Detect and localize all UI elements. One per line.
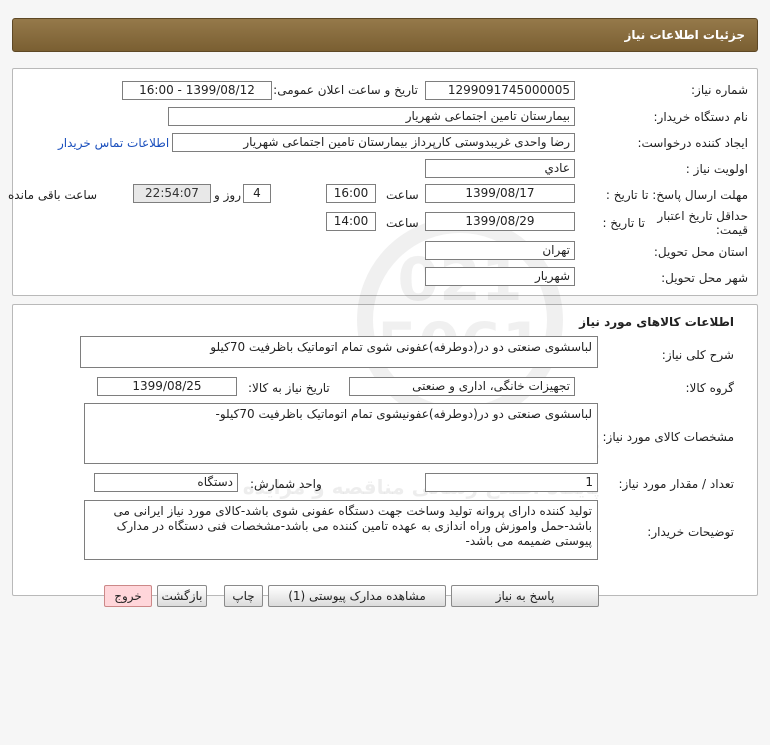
validity-time-label: ساعت [386,216,419,230]
spec-label: مشخصات کالای مورد نیاز: [602,430,734,444]
deadline-date-field: 1399/08/17 [425,184,575,203]
deadline-label: مهلت ارسال پاسخ: تا تاریخ : [605,188,748,202]
province-label: استان محل تحویل: [653,245,748,259]
need-info-panel [12,68,758,296]
deadline-time-field: 16:00 [326,184,376,203]
unit-field: دستگاه [94,473,238,492]
priority-label: اولویت نیاز : [685,162,748,176]
qty-field: 1 [425,473,598,492]
announce-label: تاریخ و ساعت اعلان عمومی: [273,83,418,97]
buyer-contact-link[interactable]: اطلاعات تماس خریدار [58,136,169,150]
print-button[interactable]: چاپ [224,585,263,607]
days-label: روز و [214,188,241,202]
validity-date-field: 1399/08/29 [425,212,575,231]
page-header: جزئیات اطلاعات نیاز [12,18,758,52]
remaining-label: ساعت باقی مانده [8,188,98,202]
buyer-field: بیمارستان تامین اجتماعی شهریار [168,107,575,126]
need-date-label: تاریخ نیاز به کالا: [248,381,330,395]
summary-field: لباسشوی صنعتی دو در(دوطرفه)عفونی شوی تما… [80,336,598,368]
validity-to-label: تا تاریخ : [602,216,645,230]
attachments-button[interactable]: مشاهده مدارک پیوستی (1) [268,585,446,607]
page-title: جزئیات اطلاعات نیاز [624,28,745,42]
need-number-field: 1299091745000005 [425,81,575,100]
group-label: گروه کالا: [685,381,735,395]
group-field: تجهیزات خانگی، اداری و صنعتی [349,377,575,396]
requester-label: ایجاد کننده درخواست: [637,136,748,150]
validity-label-1: حداقل تاریخ اعتبار [657,209,748,223]
days-field: 4 [243,184,271,203]
priority-field: عادي [425,159,575,178]
back-button[interactable]: بازگشت [157,585,207,607]
buyer-label: نام دستگاه خریدار: [653,110,749,124]
city-field: شهریار [425,267,575,286]
city-label: شهر محل تحویل: [661,271,748,285]
reply-button[interactable]: پاسخ به نیاز [451,585,599,607]
unit-label: واحد شمارش: [250,477,322,491]
validity-time-field: 14:00 [326,212,376,231]
need-date-field: 1399/08/25 [97,377,237,396]
deadline-time-label: ساعت [386,188,419,202]
province-field: تهران [425,241,575,260]
goods-section-title: اطلاعات کالاهای مورد نیاز [579,315,734,329]
need-number-label: شماره نیاز: [691,83,748,97]
announce-field: 1399/08/12 - 16:00 [122,81,272,100]
notes-label: توضیحات خریدار: [647,525,734,539]
qty-label: تعداد / مقدار مورد نیاز: [618,477,734,491]
remaining-time-field: 22:54:07 [133,184,211,203]
summary-label: شرح کلی نیاز: [661,348,734,362]
validity-label-2: قیمت: [715,223,748,237]
spec-field: لباسشوی صنعتی دو در(دوطرفه)عفونیشوی تمام… [84,403,598,464]
exit-button[interactable]: خروج [104,585,152,607]
notes-field: تولید کننده دارای پروانه تولید وساخت جهت… [84,500,598,560]
requester-field: رضا واحدی غریبدوستی کارپرداز بیمارستان ت… [172,133,575,152]
